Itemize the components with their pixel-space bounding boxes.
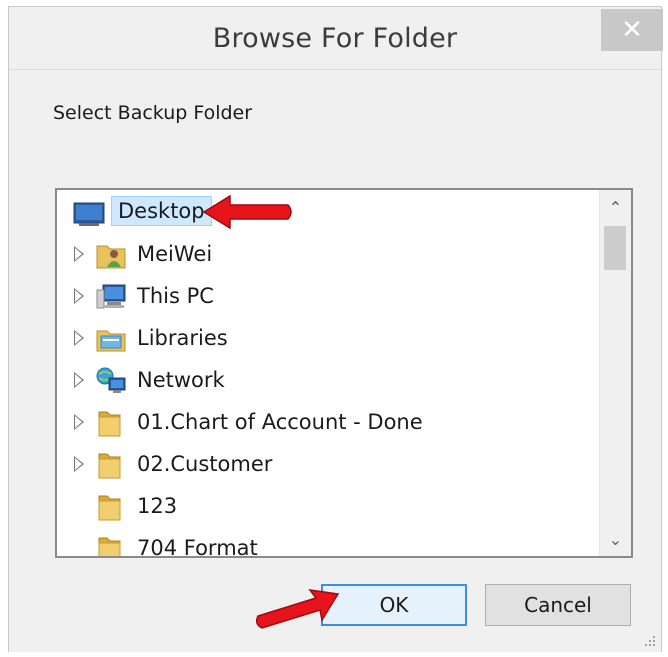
prompt-label: Select Backup Folder — [53, 102, 253, 124]
libraries-icon — [96, 330, 126, 352]
computer-icon — [96, 284, 126, 309]
annotation-arrow-icon — [255, 589, 340, 629]
close-icon: ✕ — [621, 15, 643, 45]
tree-item-label: Network — [137, 368, 225, 392]
browse-folder-dialog: Browse For Folder ✕ Select Backup Folder… — [8, 6, 663, 652]
cancel-button[interactable]: Cancel — [485, 584, 631, 626]
scroll-down-icon[interactable]: ⌄ — [600, 522, 631, 556]
annotation-arrow-icon — [202, 194, 292, 230]
tree-item-label: 02.Customer — [137, 452, 273, 476]
folder-tree-list: Desktop MeiWei This PC Libraries Network… — [57, 190, 599, 556]
folder-icon — [98, 453, 121, 479]
tree-item-label: 01.Chart of Account - Done — [137, 410, 423, 434]
user-folder-icon — [96, 245, 126, 269]
scrollbar-thumb[interactable] — [604, 226, 626, 270]
tree-item-label: Desktop — [111, 196, 212, 226]
folder-icon — [98, 495, 121, 521]
folder-tree[interactable]: Desktop MeiWei This PC Libraries Network… — [55, 188, 633, 558]
resize-grip-icon[interactable] — [643, 634, 657, 648]
tree-item-label: Libraries — [137, 326, 228, 350]
ok-button[interactable]: OK — [321, 584, 467, 626]
dialog-body: Select Backup Folder Desktop MeiWei This… — [9, 69, 661, 652]
tree-item-label: MeiWei — [137, 242, 213, 266]
network-icon — [96, 367, 126, 393]
folder-icon — [98, 411, 121, 437]
title-bar: Browse For Folder ✕ — [9, 7, 663, 69]
tree-item-label: 704 Format — [137, 536, 258, 558]
vertical-scrollbar[interactable]: ⌃ ⌄ — [599, 190, 631, 556]
tree-item-label: 123 — [137, 494, 178, 518]
close-button[interactable]: ✕ — [601, 9, 663, 51]
desktop-icon — [73, 202, 105, 226]
dialog-title: Browse For Folder — [212, 23, 458, 54]
scroll-up-icon[interactable]: ⌃ — [600, 190, 631, 224]
folder-icon — [98, 537, 121, 556]
tree-item-label: This PC — [137, 284, 214, 308]
